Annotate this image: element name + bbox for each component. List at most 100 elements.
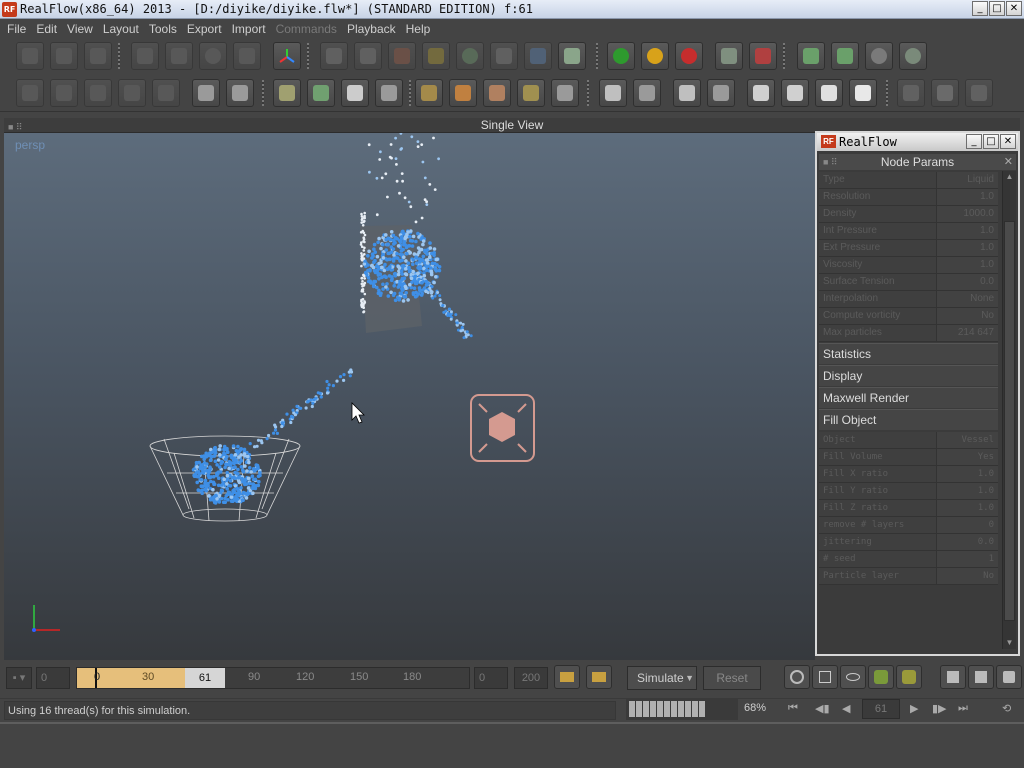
menu-help[interactable]: Help	[403, 22, 438, 36]
timeline-track[interactable]: 61 0 30 90 120 150 180	[76, 667, 470, 689]
frame-field[interactable]: 61	[862, 699, 900, 719]
param-row[interactable]: Density 1000.0	[819, 206, 998, 223]
wrench-icon[interactable]	[996, 665, 1022, 689]
maxwell-icon[interactable]	[897, 79, 925, 107]
axis-gizmo-icon[interactable]	[273, 42, 301, 70]
unlink-node-icon[interactable]	[152, 79, 180, 107]
scroll-down-icon[interactable]: ▼	[1003, 637, 1016, 649]
add-node-icon[interactable]	[50, 79, 78, 107]
menu-playback[interactable]: Playback	[344, 22, 403, 36]
cube-open-icon[interactable]	[192, 79, 220, 107]
forward-key-icon[interactable]	[968, 665, 994, 689]
maximize-button[interactable]: □	[989, 1, 1005, 16]
layers-icon[interactable]	[273, 79, 301, 107]
move-tool-icon[interactable]	[165, 42, 193, 70]
group-icon[interactable]	[558, 42, 586, 70]
shading-wire-icon[interactable]	[483, 79, 511, 107]
realwave-icon[interactable]	[524, 42, 552, 70]
param-row[interactable]: Fill Volume Yes	[819, 449, 998, 466]
key-next-icon[interactable]	[586, 665, 612, 689]
scrollbar-thumb[interactable]	[1004, 221, 1015, 621]
close-icon[interactable]: ✕	[1004, 154, 1013, 170]
view-box-icon[interactable]	[599, 79, 627, 107]
menu-file[interactable]: File	[4, 22, 33, 36]
particle-yellow-icon[interactable]	[896, 665, 922, 689]
param-row[interactable]: Int Pressure 1.0	[819, 223, 998, 240]
section-statistics[interactable]: Statistics	[819, 343, 998, 364]
section-display[interactable]: Display	[819, 365, 998, 386]
param-row[interactable]: Max particles 214 647	[819, 325, 998, 342]
edit-icon[interactable]	[812, 665, 838, 689]
close-button[interactable]: ✕	[1006, 1, 1022, 16]
param-row[interactable]: Viscosity 1.0	[819, 257, 998, 274]
max-frame-field[interactable]: 200	[514, 667, 548, 689]
frame-all-icon[interactable]	[673, 79, 701, 107]
wireframe-cube-icon[interactable]	[781, 79, 809, 107]
menu-tools[interactable]: Tools	[146, 22, 184, 36]
daemon-icon[interactable]	[354, 42, 382, 70]
hourglass-icon[interactable]	[551, 79, 579, 107]
layout-icon[interactable]	[16, 79, 44, 107]
graph-link-icon[interactable]	[797, 42, 825, 70]
yellow-status-icon[interactable]	[641, 42, 669, 70]
new-scene-icon[interactable]	[16, 42, 44, 70]
scene-canvas[interactable]	[4, 133, 815, 660]
ruler-icon[interactable]	[341, 79, 369, 107]
scale-tool-icon[interactable]	[233, 42, 261, 70]
menu-export[interactable]: Export	[184, 22, 229, 36]
go-start-icon[interactable]: ⏮	[788, 702, 798, 715]
cube-closed-icon[interactable]	[226, 79, 254, 107]
menu-edit[interactable]: Edit	[33, 22, 64, 36]
param-row[interactable]: Particle layer No	[819, 568, 998, 585]
simulate-dropdown[interactable]: Simulate ▼	[627, 666, 697, 690]
drag-handle-icon[interactable]: ■ ⠿	[823, 154, 838, 170]
clock-icon[interactable]	[865, 42, 893, 70]
rewind-key-icon[interactable]	[940, 665, 966, 689]
param-row[interactable]: remove # layers 0	[819, 517, 998, 534]
save-scene-icon[interactable]	[84, 42, 112, 70]
constraint-icon[interactable]	[388, 42, 416, 70]
shading-texture-icon[interactable]	[517, 79, 545, 107]
menu-layout[interactable]: Layout	[100, 22, 146, 36]
start-frame-field[interactable]: 0	[36, 667, 70, 689]
eye-icon[interactable]	[840, 665, 866, 689]
delete-cache-icon[interactable]	[749, 42, 777, 70]
save-cache-icon[interactable]	[715, 42, 743, 70]
rotate-tool-icon[interactable]	[199, 42, 227, 70]
shading-smooth-icon[interactable]	[449, 79, 477, 107]
panel-maximize-button[interactable]: □	[983, 134, 999, 149]
section-maxwell-render[interactable]: Maxwell Render	[819, 387, 998, 408]
target-icon[interactable]	[784, 665, 810, 689]
param-row[interactable]: Fill Y ratio 1.0	[819, 483, 998, 500]
shading-flat-icon[interactable]	[415, 79, 443, 107]
min-frame-field[interactable]: 0	[474, 667, 508, 689]
object-icon[interactable]	[422, 42, 450, 70]
select-tool-icon[interactable]	[131, 42, 159, 70]
panel-close-button[interactable]: ✕	[1000, 134, 1016, 149]
param-row[interactable]: Compute vorticity No	[819, 308, 998, 325]
step-back-icon[interactable]: ◀▮	[815, 702, 830, 715]
extra-icon[interactable]	[965, 79, 993, 107]
red-status-icon[interactable]	[675, 42, 703, 70]
mesh-icon[interactable]	[456, 42, 484, 70]
scroll-up-icon[interactable]: ▲	[1003, 171, 1016, 183]
dots-grid-icon[interactable]	[375, 79, 403, 107]
film-strip-icon[interactable]	[307, 79, 335, 107]
particle-green-icon[interactable]	[868, 665, 894, 689]
green-status-icon[interactable]	[607, 42, 635, 70]
menu-view[interactable]: View	[64, 22, 100, 36]
view-box-dashed-icon[interactable]	[633, 79, 661, 107]
bounding-box-icon[interactable]	[747, 79, 775, 107]
key-prev-icon[interactable]	[554, 665, 580, 689]
param-row[interactable]: Fill Z ratio 1.0	[819, 500, 998, 517]
flat-cube-icon[interactable]	[815, 79, 843, 107]
param-row[interactable]: Resolution 1.0	[819, 189, 998, 206]
play-icon[interactable]: ▶	[910, 702, 918, 715]
param-row[interactable]: Ext Pressure 1.0	[819, 240, 998, 257]
param-row[interactable]: Surface Tension 0.0	[819, 274, 998, 291]
panel-minimize-button[interactable]: _	[966, 134, 982, 149]
minimize-button[interactable]: _	[972, 1, 988, 16]
play-back-icon[interactable]: ◀	[842, 702, 850, 715]
param-row[interactable]: Object Vessel	[819, 432, 998, 449]
render-icon[interactable]	[899, 42, 927, 70]
